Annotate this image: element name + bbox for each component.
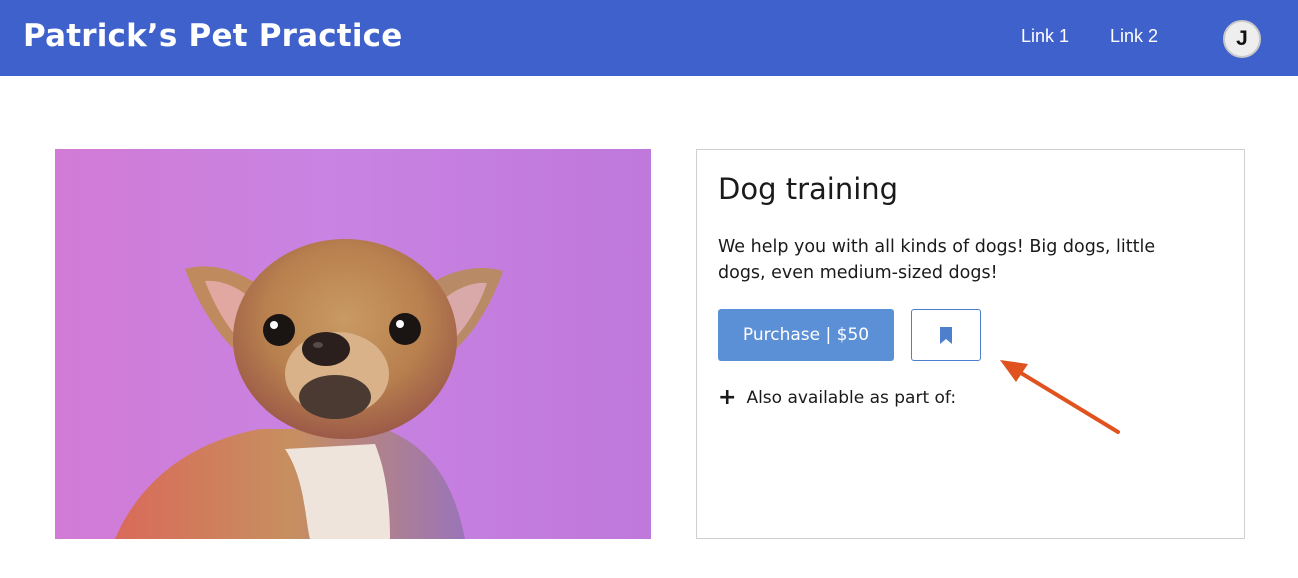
- also-available-label: Also available as part of:: [746, 388, 957, 408]
- user-avatar[interactable]: J: [1223, 20, 1261, 58]
- nav-link-1[interactable]: Link 1: [1021, 26, 1069, 47]
- also-available-toggle[interactable]: + Also available as part of:: [718, 387, 956, 409]
- product-title: Dog training: [718, 172, 899, 206]
- brand-title[interactable]: Patrick’s Pet Practice: [23, 18, 402, 54]
- chihuahua-image: [115, 239, 503, 539]
- nav-link-2[interactable]: Link 2: [1110, 26, 1158, 47]
- plus-icon: +: [718, 385, 737, 410]
- dog-photo: [55, 149, 651, 539]
- bookmark-icon: [940, 326, 952, 344]
- product-description: We help you with all kinds of dogs! Big …: [718, 237, 1156, 283]
- product-card: Dog training We help you with all kinds …: [696, 149, 1245, 539]
- top-nav-bar: Patrick’s Pet Practice Link 1 Link 2 J: [0, 0, 1298, 76]
- annotation-arrow-icon: [1000, 360, 1120, 434]
- purchase-button[interactable]: Purchase | $50: [718, 309, 894, 361]
- bookmark-button[interactable]: [911, 309, 981, 361]
